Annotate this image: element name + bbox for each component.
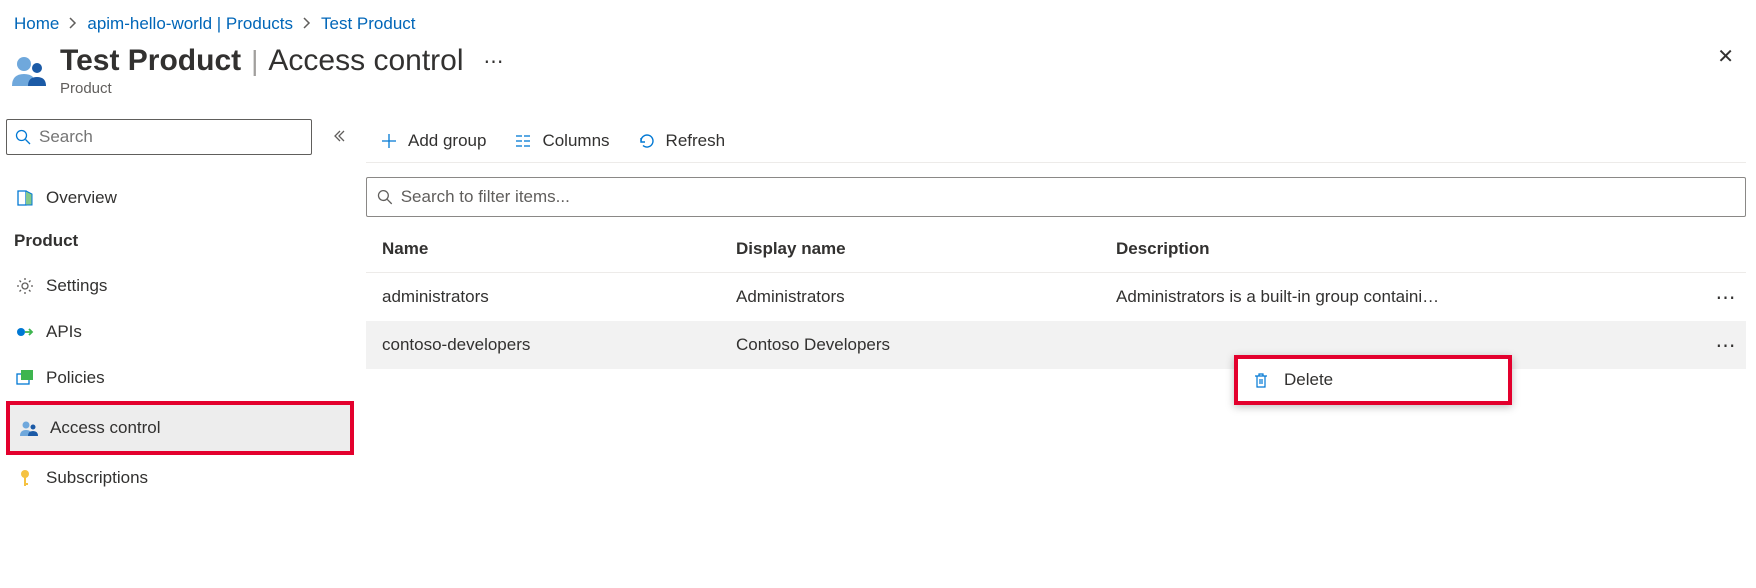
tool-label: Add group (408, 131, 486, 151)
cell-name: contoso-developers (366, 335, 736, 355)
context-label: Delete (1284, 370, 1333, 390)
table-row[interactable]: contoso-developers Contoso Developers ⋯ (366, 321, 1746, 369)
policies-icon (14, 367, 36, 389)
search-icon (15, 129, 31, 145)
sidebar-item-policies[interactable]: Policies (6, 355, 354, 401)
chevron-right-icon (303, 17, 311, 32)
delete-icon (1252, 371, 1270, 389)
cell-display: Administrators (736, 287, 1116, 307)
breadcrumb-current[interactable]: Test Product (321, 14, 416, 34)
sidebar-item-label: Access control (50, 418, 161, 438)
sidebar-item-settings[interactable]: Settings (6, 263, 354, 309)
tool-label: Columns (542, 131, 609, 151)
col-header-name[interactable]: Name (366, 239, 736, 259)
collapse-sidebar-icon[interactable] (332, 129, 346, 146)
header-text: Test Product | Access control ⋯ Product (60, 44, 1709, 97)
sidebar-item-label: Settings (46, 276, 107, 296)
plus-icon (380, 132, 398, 150)
cell-name: administrators (366, 287, 736, 307)
sidebar-search-input[interactable] (39, 127, 303, 147)
main-layout: Overview Product Settings APIs (0, 119, 1756, 501)
page-subtitle: Product (60, 80, 1709, 97)
filter-input[interactable] (401, 187, 1735, 207)
columns-icon (514, 132, 532, 150)
sidebar-item-apis[interactable]: APIs (6, 309, 354, 355)
sidebar-item-access-control[interactable]: Access control (10, 405, 350, 451)
gear-icon (14, 275, 36, 297)
api-icon (14, 321, 36, 343)
sidebar-heading: Product (6, 221, 354, 263)
sidebar-item-label: Overview (46, 188, 117, 208)
page-header: Test Product | Access control ⋯ Product … (0, 44, 1756, 119)
cell-display: Contoso Developers (736, 335, 1116, 355)
col-header-display[interactable]: Display name (736, 239, 1116, 259)
overview-icon (14, 187, 36, 209)
search-icon (377, 189, 393, 205)
row-more-icon[interactable]: ⋯ (1716, 287, 1737, 309)
breadcrumb-home[interactable]: Home (14, 14, 59, 34)
sidebar-search[interactable] (6, 119, 312, 155)
groups-table: Name Display name Description administra… (366, 225, 1746, 369)
sidebar-item-label: Subscriptions (46, 468, 148, 488)
context-delete[interactable]: Delete (1238, 359, 1508, 401)
access-control-icon (18, 417, 40, 439)
close-icon[interactable]: ✕ (1709, 44, 1742, 69)
cell-description: Administrators is a built-in group conta… (1116, 287, 1706, 307)
sidebar-item-overview[interactable]: Overview (6, 175, 354, 221)
sidebar-item-label: Policies (46, 368, 105, 388)
refresh-icon (638, 132, 656, 150)
columns-button[interactable]: Columns (500, 119, 623, 162)
key-icon (14, 467, 36, 489)
sidebar-item-label: APIs (46, 322, 82, 342)
breadcrumb-products[interactable]: apim-hello-world | Products (87, 14, 293, 34)
table-row[interactable]: administrators Administrators Administra… (366, 273, 1746, 321)
breadcrumb: Home apim-hello-world | Products Test Pr… (0, 0, 1756, 44)
sidebar: Overview Product Settings APIs (0, 119, 360, 501)
title-separator: | (251, 45, 258, 77)
col-header-description[interactable]: Description (1116, 239, 1706, 259)
main-content: Add group Columns (360, 119, 1756, 501)
title-more-icon[interactable]: ⋯ (484, 49, 505, 74)
filter-search[interactable] (366, 177, 1746, 217)
row-more-icon[interactable]: ⋯ (1716, 335, 1737, 357)
toolbar: Add group Columns (366, 119, 1746, 163)
tool-label: Refresh (666, 131, 726, 151)
product-icon (10, 50, 50, 90)
context-menu: Delete (1234, 355, 1512, 405)
page-title-section: Access control (268, 44, 463, 78)
chevron-right-icon (69, 17, 77, 32)
sidebar-item-subscriptions[interactable]: Subscriptions (6, 455, 354, 501)
table-header: Name Display name Description (366, 225, 1746, 273)
refresh-button[interactable]: Refresh (624, 119, 740, 162)
add-group-button[interactable]: Add group (366, 119, 500, 162)
page-title-name: Test Product (60, 44, 241, 78)
